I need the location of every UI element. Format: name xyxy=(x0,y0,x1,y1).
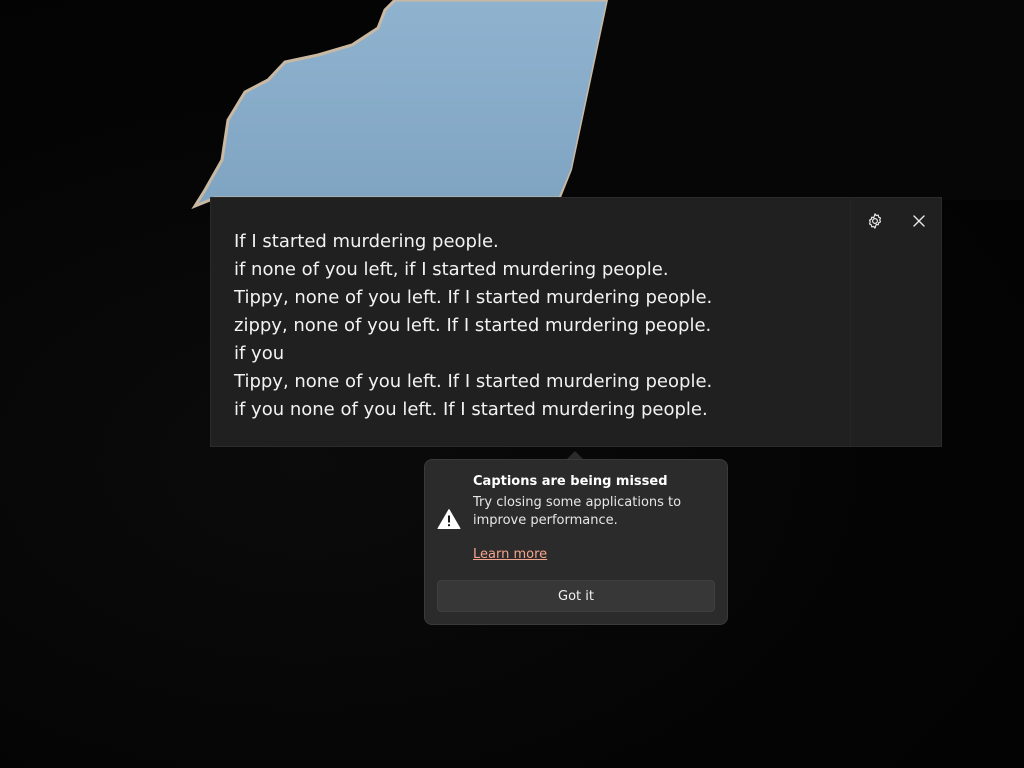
caption-line: if you none of you left. If I started mu… xyxy=(234,399,708,420)
captions-missed-notification: Captions are being missed Try closing so… xyxy=(424,459,728,625)
caption-line: if none of you left, if I started murder… xyxy=(234,259,669,280)
warning-icon xyxy=(437,509,461,529)
caption-line: If I started murdering people. xyxy=(234,231,499,252)
live-captions-window: If I started murdering people. if none o… xyxy=(210,197,942,447)
got-it-button[interactable]: Got it xyxy=(437,580,715,612)
close-button[interactable] xyxy=(903,205,935,237)
notification-title: Captions are being missed xyxy=(473,474,668,489)
captions-text-area: If I started murdering people. if none o… xyxy=(211,198,851,446)
notification-body: Try closing some applications to improve… xyxy=(473,495,682,528)
caption-line: Tippy, none of you left. If I started mu… xyxy=(234,287,713,308)
sky-patch xyxy=(191,0,610,210)
desktop-background: If I started murdering people. if none o… xyxy=(0,0,1024,768)
close-icon xyxy=(913,215,925,227)
gear-icon xyxy=(868,213,882,229)
caption-line: if you xyxy=(234,343,285,364)
dark-silhouette xyxy=(560,0,1024,200)
caption-line: zippy, none of you left. If I started mu… xyxy=(234,315,712,336)
learn-more-link[interactable]: Learn more xyxy=(473,547,547,562)
settings-button[interactable] xyxy=(859,205,891,237)
caption-line: Tippy, none of you left. If I started mu… xyxy=(234,371,713,392)
